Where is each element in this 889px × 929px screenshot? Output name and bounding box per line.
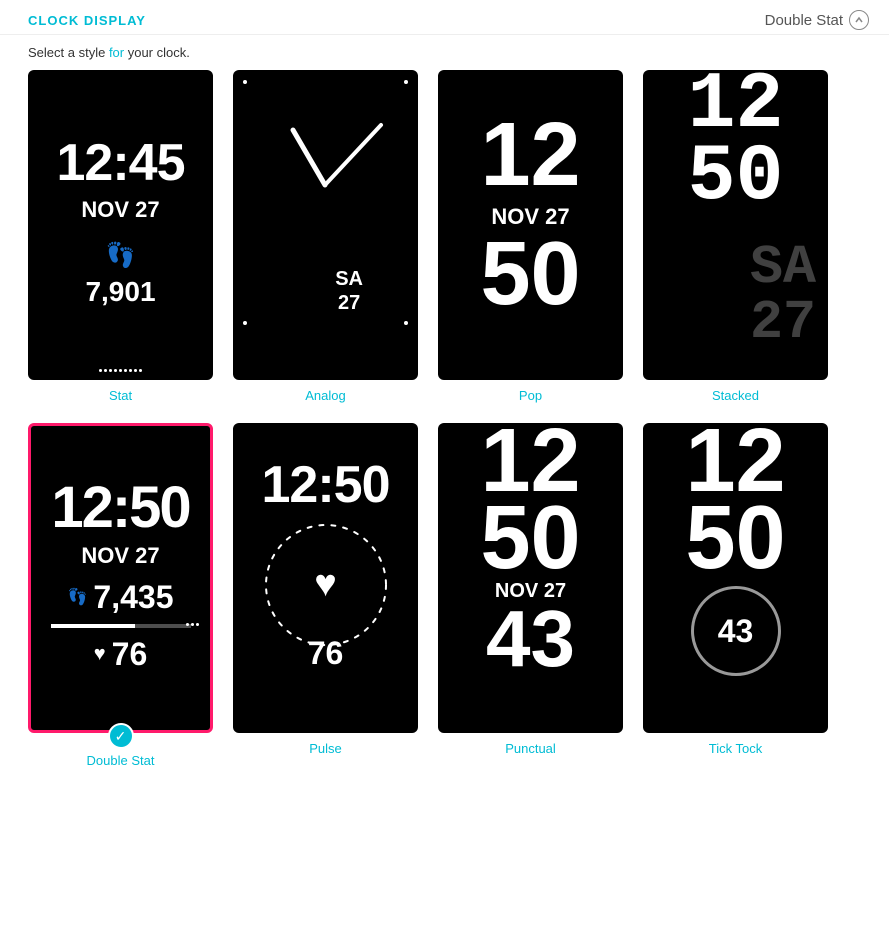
clock-face-stat: 12:45 NOV 27 👣 7,901	[28, 70, 213, 380]
chevron-up-icon[interactable]	[849, 10, 869, 30]
clock-item-pop[interactable]: 12 NOV 27 50 Pop	[438, 70, 623, 403]
progress-bar	[51, 624, 191, 628]
clock-item-double-stat[interactable]: 12:50 NOV 27 👣 7,435 ♥ 76	[28, 423, 213, 768]
page-title: CLOCK DISPLAY	[28, 13, 146, 28]
clock-item-punctual[interactable]: 12 50 NOV 27 43 Punctual	[438, 423, 623, 768]
stacked-min: 50	[687, 142, 783, 214]
ticktock-num: 43	[691, 586, 781, 676]
progress-dots	[186, 623, 199, 626]
double-stat-steps: 7,435	[93, 579, 173, 616]
stat-time: 12:45	[57, 133, 185, 193]
stacked-overlay: SA27	[750, 240, 816, 350]
double-stat-label: Double Stat	[87, 753, 155, 768]
clock-item-tick-tock[interactable]: 12 50 43 Tick Tock	[643, 423, 828, 768]
pulse-bpm: 76	[308, 635, 344, 672]
clock-row-2: 12:50 NOV 27 👣 7,435 ♥ 76	[20, 423, 869, 768]
step-icon: 👣	[68, 587, 88, 607]
pop-label: Pop	[519, 388, 542, 403]
double-stat-wrapper: 12:50 NOV 27 👣 7,435 ♥ 76	[28, 423, 213, 733]
clock-item-analog[interactable]: SA27 Analog	[233, 70, 418, 403]
double-stat-heart: 76	[112, 636, 148, 673]
punctual-min: 50	[480, 500, 580, 577]
clock-item-stat[interactable]: 12:45 NOV 27 👣 7,901 Stat	[28, 70, 213, 403]
pop-min: 50	[480, 234, 580, 315]
corner-dot-bl	[243, 321, 247, 325]
punctual-num: 43	[486, 603, 575, 675]
ticktock-min: 50	[685, 500, 785, 577]
tick-tock-label: Tick Tock	[709, 741, 762, 756]
pulse-time: 12:50	[262, 455, 390, 515]
stat-date: NOV 27	[81, 197, 159, 223]
bottom-dots	[99, 369, 142, 372]
current-style-label: Double Stat	[765, 12, 843, 29]
corner-dot-br	[404, 321, 408, 325]
pulse-label: Pulse	[309, 741, 342, 756]
subtitle-text: Select a style for your clock.	[0, 35, 889, 70]
clock-item-stacked[interactable]: 12 50 SA27 Stacked	[643, 70, 828, 403]
analog-label: Analog	[305, 388, 345, 403]
stacked-label: Stacked	[712, 388, 759, 403]
clock-face-pulse: 12:50 ♥ 76	[233, 423, 418, 733]
clock-face-tick-tock: 12 50 43	[643, 423, 828, 733]
footsteps-icon: 👣	[106, 241, 136, 270]
selected-checkmark: ✓	[108, 723, 134, 749]
clock-row-1: 12:45 NOV 27 👣 7,901 Stat	[20, 70, 869, 403]
double-stat-steps-row: 👣 7,435	[68, 579, 174, 616]
double-stat-date: NOV 27	[81, 543, 159, 569]
heart-icon: ♥	[94, 643, 106, 666]
clock-face-pop: 12 NOV 27 50	[438, 70, 623, 380]
page-header: CLOCK DISPLAY Double Stat	[0, 0, 889, 35]
clock-grid: 12:45 NOV 27 👣 7,901 Stat	[0, 70, 889, 808]
pulse-heart-icon: ♥	[314, 563, 337, 606]
pulse-ring: ♥	[256, 515, 396, 655]
analog-svg	[233, 70, 418, 300]
punctual-label: Punctual	[505, 741, 556, 756]
clock-face-stacked: 12 50 SA27	[643, 70, 828, 380]
clock-item-pulse[interactable]: 12:50 ♥ 76 Pulse	[233, 423, 418, 768]
stat-steps: 7,901	[85, 276, 155, 308]
double-stat-heart-row: ♥ 76	[94, 636, 147, 673]
pop-hour: 12	[480, 115, 580, 196]
current-style-display[interactable]: Double Stat	[765, 10, 869, 30]
double-stat-time: 12:50	[51, 474, 189, 541]
stat-label: Stat	[109, 388, 132, 403]
progress-fill	[51, 624, 135, 628]
clock-face-double-stat: 12:50 NOV 27 👣 7,435 ♥ 76	[28, 423, 213, 733]
analog-date: SA27	[335, 267, 363, 315]
clock-face-analog: SA27	[233, 70, 418, 380]
clock-face-punctual: 12 50 NOV 27 43	[438, 423, 623, 733]
